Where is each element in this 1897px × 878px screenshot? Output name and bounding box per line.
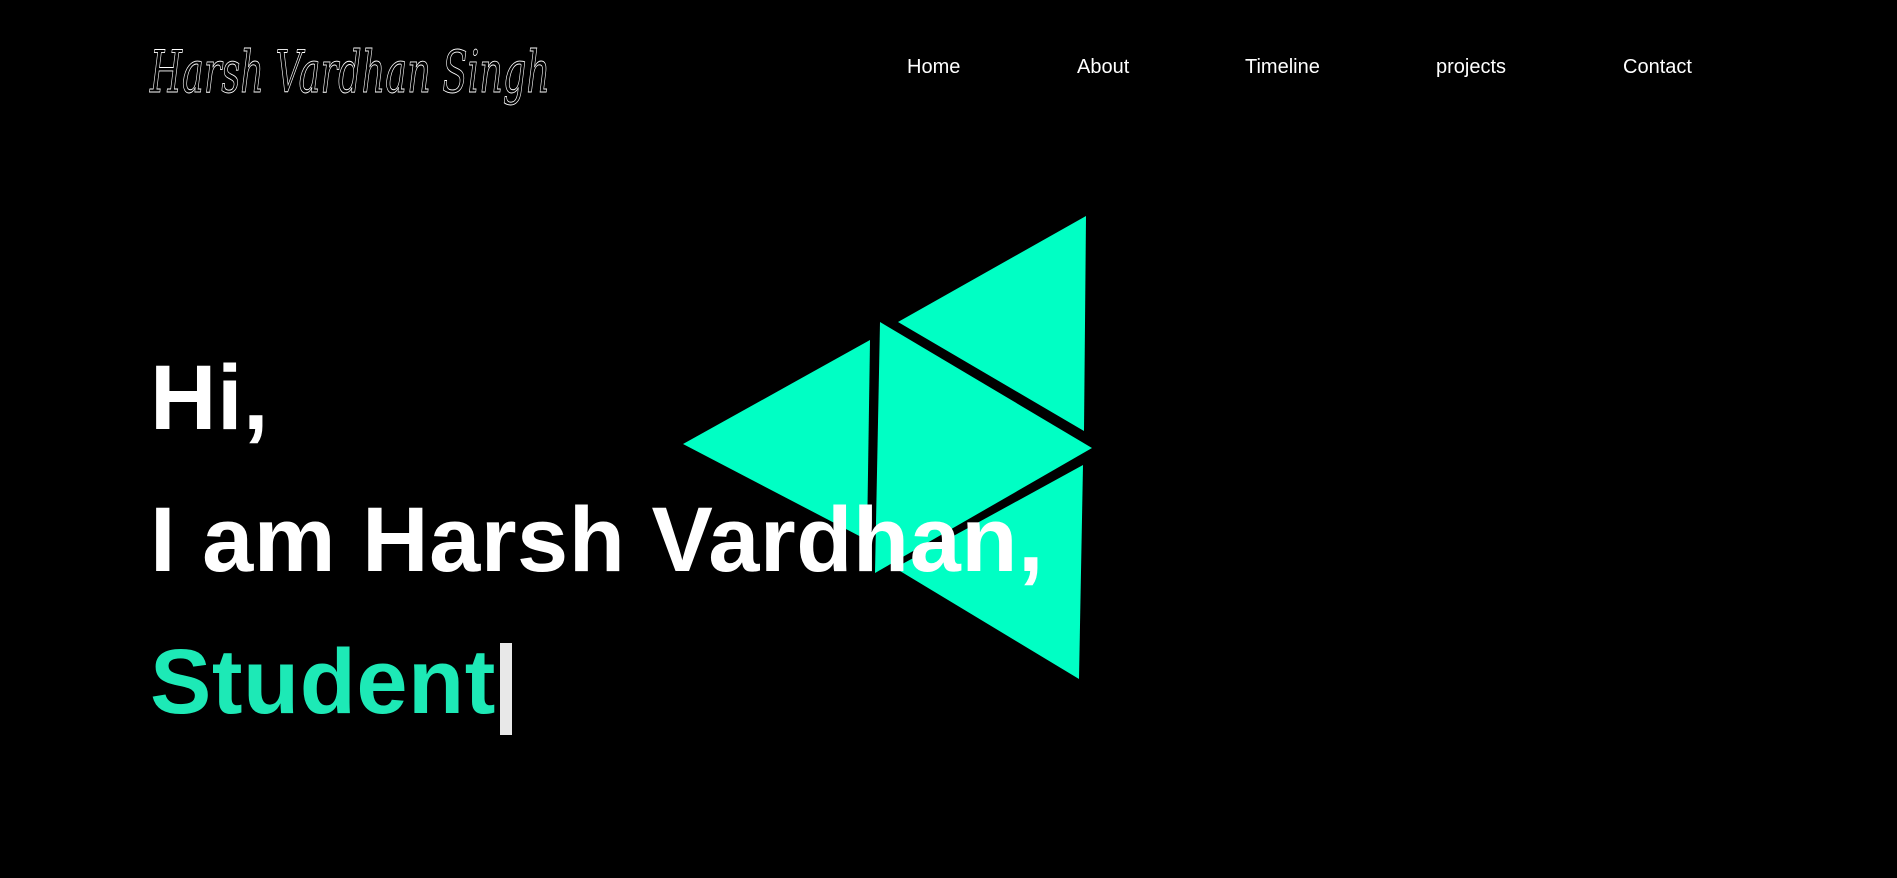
main-nav: Home About Timeline projects Contact — [0, 56, 1897, 86]
nav-projects[interactable]: projects — [1436, 56, 1506, 79]
nav-home[interactable]: Home — [907, 56, 960, 79]
nav-timeline[interactable]: Timeline — [1245, 56, 1320, 79]
nav-about[interactable]: About — [1077, 56, 1129, 79]
hero-role-line: Student — [150, 636, 512, 735]
hero-greeting: Hi, — [150, 347, 270, 449]
nav-contact[interactable]: Contact — [1623, 56, 1692, 79]
triangle-top — [898, 216, 1086, 431]
typing-cursor — [499, 643, 512, 735]
triangles-graphic — [683, 216, 1092, 679]
page: Harsh Vardhan Singh Home About Timeline … — [0, 0, 1897, 878]
hero-intro: I am Harsh Vardhan, — [150, 489, 1045, 591]
hero-role: Student — [150, 631, 496, 733]
